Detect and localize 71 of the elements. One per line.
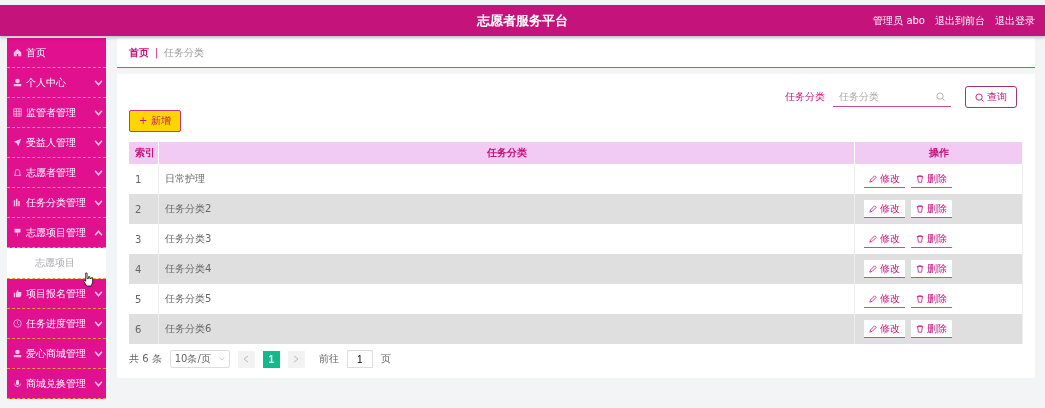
- table-cell: 6: [129, 314, 159, 344]
- sidebar-item[interactable]: 首页: [7, 38, 106, 68]
- header-link[interactable]: 退出登录: [995, 13, 1035, 28]
- trash-icon: [916, 174, 924, 183]
- table-cell: 任务分类6: [158, 314, 855, 344]
- chevron-left-icon: [243, 355, 250, 363]
- sidebar-item[interactable]: 受益人管理: [7, 128, 106, 158]
- app-title: 志愿者服务平台: [477, 12, 568, 28]
- person-icon: [13, 349, 22, 358]
- search-icon: [936, 92, 945, 101]
- table-cell: 任务分类2: [158, 194, 855, 224]
- trash-icon: [916, 294, 924, 303]
- column-header: 任务分类: [158, 142, 855, 164]
- page-size-select[interactable]: 10条/页: [169, 350, 230, 368]
- thumbs-up-icon: [13, 289, 22, 298]
- sidebar-item[interactable]: 项目报名管理: [7, 279, 106, 309]
- separator: |: [155, 47, 159, 58]
- home-icon: [13, 48, 22, 57]
- person-icon: [13, 78, 22, 87]
- sidebar-item[interactable]: 志愿项目管理: [7, 218, 106, 248]
- trash-icon: [916, 204, 924, 213]
- column-header: 操作: [854, 142, 1023, 164]
- sidebar-item[interactable]: 志愿者管理: [7, 158, 106, 188]
- sidebar-item[interactable]: 任务分类管理: [7, 188, 106, 218]
- previous-page-button[interactable]: [237, 350, 255, 368]
- table-cell: 4: [129, 254, 159, 284]
- search-label: 任务分类: [785, 90, 825, 104]
- delete-button[interactable]: 删除: [911, 320, 952, 338]
- paper-plane-icon: [13, 138, 22, 147]
- add-button[interactable]: + 新增: [129, 110, 181, 132]
- user-label: 管理员 abo: [873, 13, 925, 28]
- sidebar-item[interactable]: 商城兑换管理: [7, 369, 106, 399]
- search-button[interactable]: 查询: [965, 86, 1017, 108]
- column-header: 索引: [129, 142, 159, 164]
- next-page-button[interactable]: [287, 350, 305, 368]
- page-input[interactable]: 1: [346, 350, 373, 368]
- sidebar-item[interactable]: 监管者管理: [7, 98, 106, 128]
- pencil-icon: [869, 264, 877, 273]
- chevron-right-icon: [293, 355, 300, 363]
- grid-icon: [13, 108, 22, 117]
- total-count: 共 6 条: [129, 352, 162, 366]
- breadcrumb-item[interactable]: 首页: [129, 45, 149, 60]
- edit-button[interactable]: 修改: [864, 200, 905, 218]
- microphone-icon: [13, 379, 22, 388]
- edit-button[interactable]: 修改: [864, 260, 905, 278]
- clock-icon: [13, 319, 22, 328]
- pencil-icon: [869, 324, 877, 333]
- pencil-icon: [869, 204, 877, 213]
- pencil-icon: [869, 294, 877, 303]
- pencil-icon: [869, 234, 877, 243]
- table-cell: 2: [129, 194, 159, 224]
- bar-chart-icon: [13, 198, 22, 207]
- table-cell: 任务分类4: [158, 254, 855, 284]
- flag-icon: [13, 228, 22, 237]
- goto-label: 前往: [318, 352, 339, 366]
- search-icon: [975, 92, 984, 102]
- pencil-icon: [869, 174, 877, 183]
- trash-icon: [916, 324, 924, 333]
- breadcrumb-item: 任务分类: [164, 45, 205, 60]
- header-link[interactable]: 退出到前台: [935, 13, 985, 28]
- sidebar-item[interactable]: 个人中心: [7, 68, 106, 98]
- delete-button[interactable]: 删除: [911, 200, 952, 218]
- edit-button[interactable]: 修改: [864, 320, 905, 338]
- page-suffix: 页: [380, 352, 391, 366]
- chevron-icon: [218, 357, 225, 361]
- trash-icon: [916, 234, 924, 243]
- bell-icon: [13, 168, 22, 177]
- trash-icon: [916, 264, 924, 273]
- sidebar-item[interactable]: 任务进度管理: [7, 309, 106, 339]
- delete-button[interactable]: 删除: [911, 260, 952, 278]
- sidebar-item[interactable]: 爱心商城管理: [7, 339, 106, 369]
